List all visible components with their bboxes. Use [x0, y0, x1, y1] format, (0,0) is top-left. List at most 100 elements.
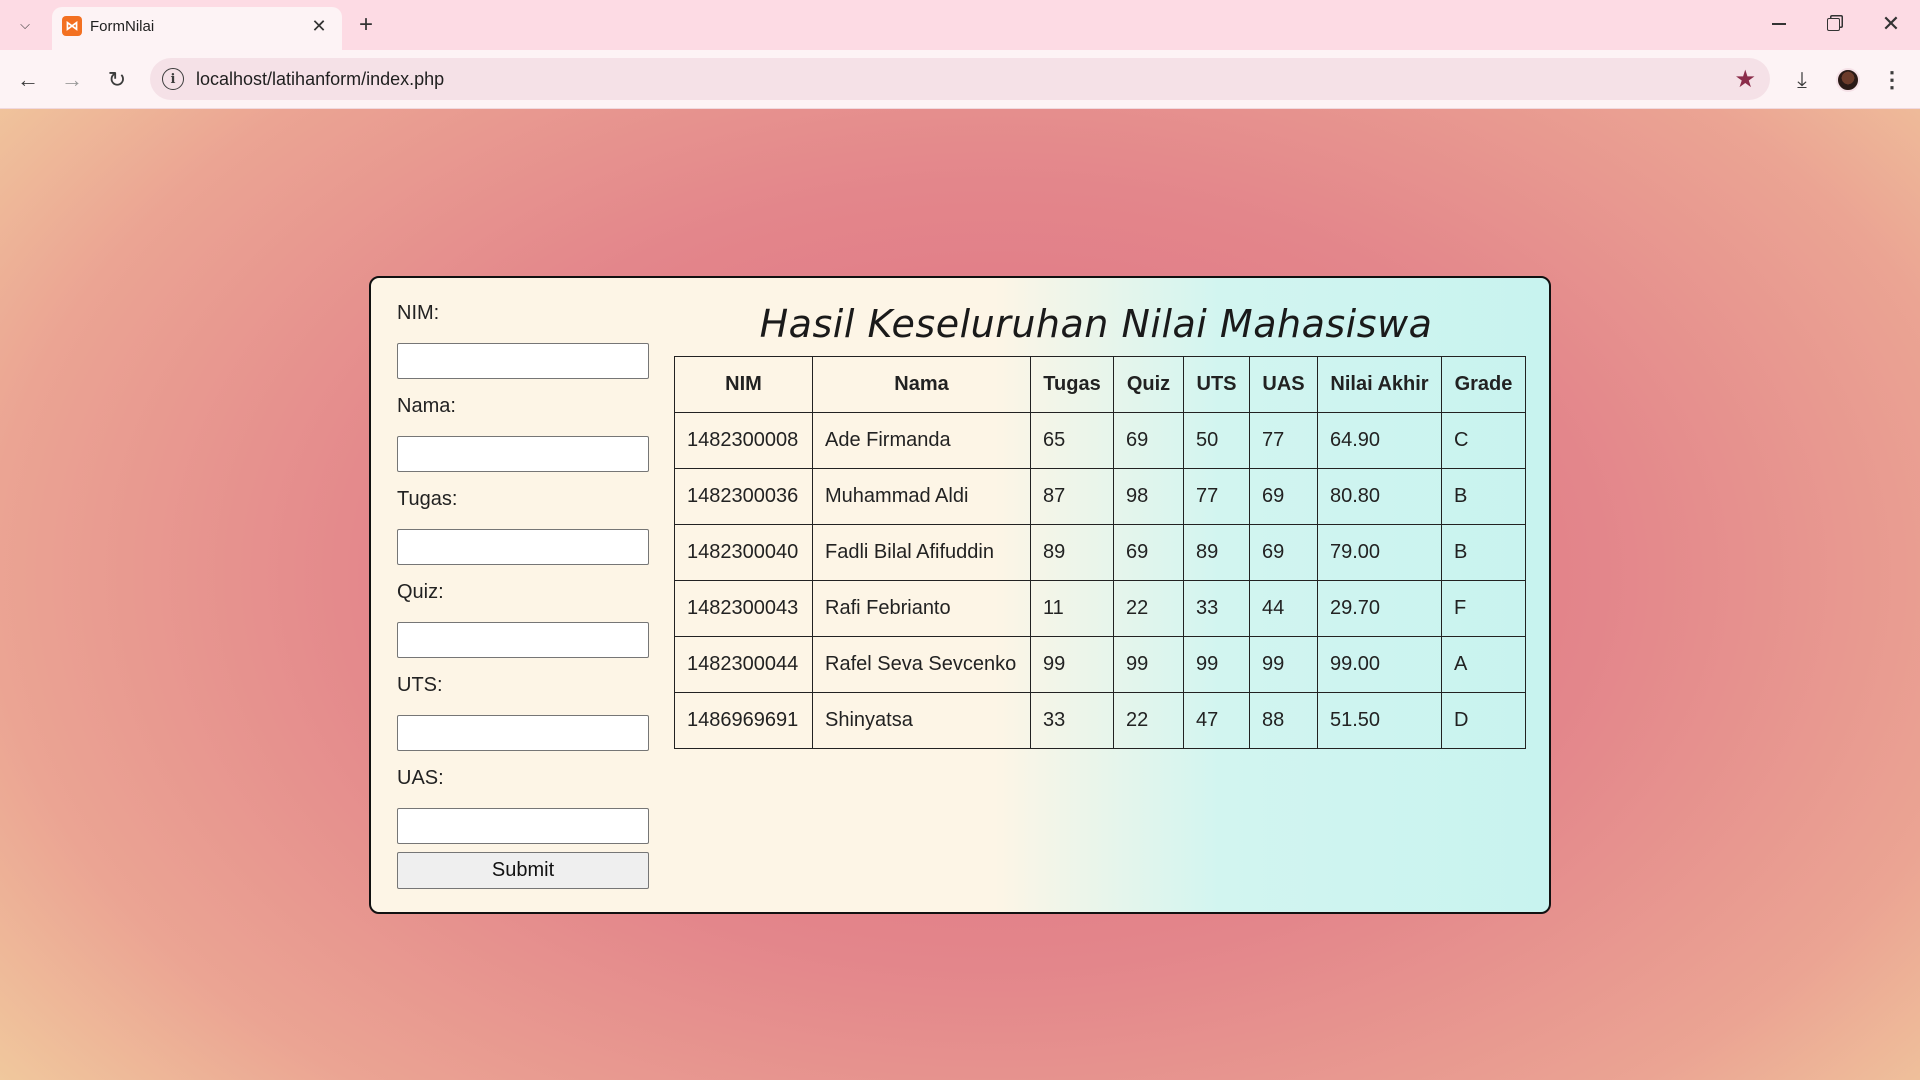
header-uts: UTS [1183, 356, 1250, 413]
cell-uts: 77 [1183, 468, 1250, 525]
page-viewport: NIM: Nama: Tugas: Quiz: UTS: UAS: Submit… [0, 109, 1920, 1080]
cell-tugas: 89 [1030, 524, 1114, 581]
cell-uts: 99 [1183, 636, 1250, 693]
uts-input[interactable] [397, 715, 649, 751]
tab-list-icon[interactable]: ⌵ [10, 12, 40, 38]
uts-label: UTS: [397, 674, 443, 696]
browser-toolbar: ← → ↻ i localhost/latihanform/index.php … [0, 50, 1920, 109]
forward-arrow-icon[interactable]: → [54, 62, 90, 98]
profile-avatar-icon[interactable] [1830, 62, 1866, 98]
cell-uas: 77 [1249, 412, 1318, 469]
close-icon[interactable]: ✕ [308, 15, 330, 37]
page-title: Hasil Keseluruhan Nilai Mahasiswa [759, 302, 1433, 346]
cell-nilai-akhir: 79.00 [1317, 524, 1442, 581]
cell-tugas: 99 [1030, 636, 1114, 693]
plus-icon[interactable]: + [352, 11, 380, 39]
quiz-label: Quiz: [397, 581, 444, 603]
cell-tugas: 11 [1030, 580, 1114, 637]
cell-quiz: 69 [1113, 524, 1184, 581]
cell-nama: Ade Firmanda [812, 412, 1031, 469]
cell-uas: 88 [1249, 692, 1318, 749]
cell-nim: 1482300043 [674, 580, 813, 637]
header-nim: NIM [674, 356, 813, 413]
browser-tab[interactable]: ⋈ FormNilai ✕ [52, 7, 342, 50]
cell-uts: 47 [1183, 692, 1250, 749]
cell-uas: 99 [1249, 636, 1318, 693]
download-icon[interactable]: ⤓ [1784, 62, 1820, 98]
cell-nim: 1482300008 [674, 412, 813, 469]
back-arrow-icon[interactable]: ← [10, 62, 46, 98]
header-tugas: Tugas [1030, 356, 1114, 413]
cell-uts: 33 [1183, 580, 1250, 637]
tugas-input[interactable] [397, 529, 649, 565]
site-info-icon[interactable]: i [162, 68, 184, 90]
cell-uas: 69 [1249, 468, 1318, 525]
grades-table: NIM Nama Tugas Quiz UTS UAS Nilai Akhir … [674, 356, 1526, 749]
nama-label: Nama: [397, 395, 456, 417]
table-header-row: NIM Nama Tugas Quiz UTS UAS Nilai Akhir … [674, 356, 1526, 413]
tugas-label: Tugas: [397, 488, 458, 510]
cell-quiz: 99 [1113, 636, 1184, 693]
uas-input[interactable] [397, 808, 649, 844]
cell-nim: 1482300044 [674, 636, 813, 693]
grade-form: NIM: Nama: Tugas: Quiz: UTS: UAS: [397, 302, 651, 860]
cell-nilai-akhir: 80.80 [1317, 468, 1442, 525]
cell-nim: 1482300036 [674, 468, 813, 525]
header-uas: UAS [1249, 356, 1318, 413]
table-row: 1482300044 Rafel Seva Sevcenko 99 99 99 … [674, 636, 1526, 693]
table-row: 1482300040 Fadli Bilal Afifuddin 89 69 8… [674, 524, 1526, 581]
cell-grade: B [1441, 524, 1526, 581]
header-nilai-akhir: Nilai Akhir [1317, 356, 1442, 413]
cell-nama: Rafi Febrianto [812, 580, 1031, 637]
minimize-icon[interactable] [1756, 6, 1802, 42]
submit-button[interactable]: Submit [397, 852, 649, 889]
more-menu-icon[interactable]: ⋮ [1874, 62, 1910, 98]
cell-grade: A [1441, 636, 1526, 693]
tab-bar: ⌵ ⋈ FormNilai ✕ + ✕ [0, 0, 1920, 50]
table-row: 1482300036 Muhammad Aldi 87 98 77 69 80.… [674, 468, 1526, 525]
bookmark-star-icon[interactable]: ★ [1734, 65, 1756, 94]
nim-label: NIM: [397, 302, 440, 324]
cell-nama: Shinyatsa [812, 692, 1031, 749]
cell-nilai-akhir: 64.90 [1317, 412, 1442, 469]
cell-tugas: 65 [1030, 412, 1114, 469]
cell-nim: 1486969691 [674, 692, 813, 749]
uas-label: UAS: [397, 767, 444, 789]
cell-nilai-akhir: 51.50 [1317, 692, 1442, 749]
header-grade: Grade [1441, 356, 1526, 413]
cell-quiz: 98 [1113, 468, 1184, 525]
cell-nilai-akhir: 99.00 [1317, 636, 1442, 693]
restore-icon[interactable] [1810, 6, 1856, 42]
cell-nim: 1482300040 [674, 524, 813, 581]
cell-grade: D [1441, 692, 1526, 749]
cell-tugas: 33 [1030, 692, 1114, 749]
url-text[interactable]: localhost/latihanform/index.php [196, 69, 444, 90]
header-quiz: Quiz [1113, 356, 1184, 413]
window-close-icon[interactable]: ✕ [1868, 6, 1914, 42]
cell-nama: Muhammad Aldi [812, 468, 1031, 525]
table-row: 1482300043 Rafi Febrianto 11 22 33 44 29… [674, 580, 1526, 637]
cell-quiz: 22 [1113, 692, 1184, 749]
cell-uts: 50 [1183, 412, 1250, 469]
table-row: 1482300008 Ade Firmanda 65 69 50 77 64.9… [674, 412, 1526, 469]
quiz-input[interactable] [397, 622, 649, 658]
cell-nilai-akhir: 29.70 [1317, 580, 1442, 637]
nama-input[interactable] [397, 436, 649, 472]
cell-grade: C [1441, 412, 1526, 469]
tab-title: FormNilai [90, 18, 155, 35]
cell-quiz: 69 [1113, 412, 1184, 469]
cell-uas: 69 [1249, 524, 1318, 581]
reload-icon[interactable]: ↻ [99, 62, 135, 98]
cell-uas: 44 [1249, 580, 1318, 637]
content-card: NIM: Nama: Tugas: Quiz: UTS: UAS: Submit… [369, 276, 1551, 914]
cell-grade: F [1441, 580, 1526, 637]
address-bar[interactable]: i localhost/latihanform/index.php ★ [150, 58, 1770, 100]
cell-nama: Rafel Seva Sevcenko [812, 636, 1031, 693]
header-nama: Nama [812, 356, 1031, 413]
nim-input[interactable] [397, 343, 649, 379]
cell-quiz: 22 [1113, 580, 1184, 637]
cell-nama: Fadli Bilal Afifuddin [812, 524, 1031, 581]
xampp-favicon-icon: ⋈ [62, 16, 82, 36]
cell-tugas: 87 [1030, 468, 1114, 525]
table-row: 1486969691 Shinyatsa 33 22 47 88 51.50 D [674, 692, 1526, 749]
